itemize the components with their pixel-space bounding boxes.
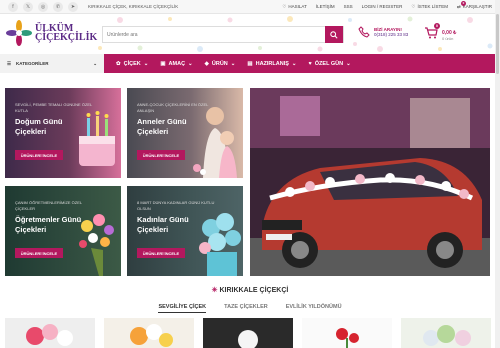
chevron-down-icon: ⌄ [230, 60, 236, 67]
categories-label: KATEGORİLER [16, 61, 49, 66]
product-image [203, 318, 293, 348]
logo-line2: ÇİÇEKÇİLİK [35, 32, 98, 43]
x-icon[interactable]: 𝕏 [23, 1, 33, 12]
top-links: ♡ HASILAT İLETİŞİM SSS LOGIN / REGISTER ♡… [282, 0, 492, 10]
nav-item-amac[interactable]: ▣ AMAÇ ⌄ [160, 61, 192, 67]
chevron-down-icon: ⌄ [346, 60, 351, 67]
flower-logo-icon [6, 20, 32, 46]
compare-count-badge: 0 [460, 0, 466, 6]
search-icon [330, 30, 338, 39]
product-card[interactable] [203, 318, 293, 348]
promo-tile-teachers-day[interactable]: ÇANIM ÖĞRETMENLERİMİZE ÖZEL ÇİÇEKLER Öğr… [5, 186, 121, 276]
product-image [104, 318, 194, 348]
chevron-down-icon: ⌄ [188, 60, 193, 67]
heart-icon: ♡ [282, 3, 287, 9]
social-links: f 𝕏 ◎ ✆ ➤ [8, 1, 78, 12]
cart-amount: 0,00 ₺ [442, 29, 457, 36]
telegram-icon[interactable]: ➤ [68, 1, 78, 12]
product-image [302, 318, 392, 348]
flower-icon: ✿ [116, 60, 121, 67]
tab-evlilik-yildonumu[interactable]: EVLİLİK YILDÖNÜMÜ [286, 304, 342, 313]
site-logo[interactable]: ÜLKÜM ÇİÇEKÇİLİK [6, 20, 97, 46]
chevron-down-icon: ⌄ [93, 60, 97, 66]
tile-tag: SEVGİLİ, PEMBE TEMALI GÜNÜNE ÖZEL KUTLA [15, 102, 93, 113]
cart[interactable]: 0 0,00 ₺ 0 ürün [424, 23, 457, 44]
hero-banner[interactable] [250, 88, 490, 276]
promo-tile-mothers-day[interactable]: ANNE-ÇOCUK ÇİÇEKLERİNİ EN ÖZEL ANLAŞIN A… [127, 88, 243, 178]
tile-button[interactable]: ÜRÜNLERİ İNCELE [15, 150, 63, 160]
product-card[interactable] [104, 318, 194, 348]
nav-item-ozel-gun[interactable]: ♥ ÖZEL GÜN ⌄ [309, 61, 351, 67]
search-button[interactable] [325, 26, 343, 43]
tile-title: Öğretmenler Günü Çiçekleri [15, 215, 82, 234]
heart-icon: ♡ [411, 3, 416, 9]
nav-item-hazirlanis[interactable]: ▤ HAZIRLANIŞ ⌄ [247, 61, 296, 67]
top-link-faq[interactable]: SSS [344, 4, 353, 9]
categories-dropdown[interactable]: ☰ KATEGORİLER ⌄ [0, 54, 104, 73]
tile-tag: ANNE-ÇOCUK ÇİÇEKLERİNİ EN ÖZEL ANLAŞIN [137, 102, 209, 113]
chevron-down-icon: ⌄ [291, 60, 297, 67]
product-card[interactable] [5, 318, 95, 348]
product-card[interactable] [401, 318, 491, 348]
gift-icon: ▣ [160, 60, 166, 67]
top-link-contact[interactable]: İLETİŞİM [316, 4, 335, 9]
promo-tile-womens-day[interactable]: 8 MART DÜNYA KADINLAR GÜNÜ KUTLU OLSUN K… [127, 186, 243, 276]
instagram-icon[interactable]: ◎ [38, 1, 48, 12]
scrollbar[interactable] [495, 0, 500, 348]
tile-button[interactable]: ÜRÜNLERİ İNCELE [137, 150, 185, 160]
main-nav: ☰ KATEGORİLER ⌄ ✿ ÇİÇEK ⌄ ▣ AMAÇ ⌄ ◆ ÜRÜN ⌄ ▤ H… [0, 54, 500, 73]
tile-tag: 8 MART DÜNYA KADINLAR GÜNÜ KUTLU OLSUN [137, 200, 215, 211]
menu-icon: ☰ [7, 60, 12, 66]
nav-item-cicek[interactable]: ✿ ÇİÇEK ⌄ [116, 61, 148, 67]
cart-count-badge: 0 [434, 23, 440, 29]
tile-title: Kadınlar Günü Çiçekleri [137, 215, 189, 234]
product-tabs: SEVGİLİYE ÇİÇEK TAZE ÇİÇEKLER EVLİLİK YI… [0, 304, 500, 313]
product-card[interactable] [302, 318, 392, 348]
tile-title: Doğum Günü Çiçekleri [15, 117, 63, 136]
cart-icon-wrap: 0 [424, 23, 440, 44]
nav-item-urun[interactable]: ◆ ÜRÜN ⌄ [205, 61, 236, 67]
diamond-icon: ◆ [204, 60, 209, 67]
top-link-login[interactable]: LOGIN / REGISTER [362, 4, 403, 9]
tile-button[interactable]: ÜRÜNLERİ İNCELE [15, 248, 63, 258]
phone-contact[interactable]: BİZİ ARAYIN! 0(318) 225 33 83 [358, 26, 408, 38]
whatsapp-icon[interactable]: ✆ [53, 1, 63, 12]
tab-sevgiliye-cicek[interactable]: SEVGİLİYE ÇİÇEK [158, 304, 207, 313]
tab-taze-cicekler[interactable]: TAZE ÇİÇEKLER [224, 304, 268, 313]
product-image [401, 318, 491, 348]
chevron-down-icon: ⌄ [143, 60, 149, 67]
heart-icon: ♥ [308, 60, 312, 67]
search-input[interactable] [103, 31, 325, 38]
header: ÜLKÜM ÇİÇEKÇİLİK BİZİ ARAYIN! 0(318) 225… [0, 14, 500, 54]
wedding-car-image [250, 88, 490, 276]
cart-subtext: 0 ürün [442, 35, 454, 41]
box-icon: ▤ [247, 60, 253, 67]
facebook-icon[interactable]: f [8, 1, 18, 12]
phone-icon [358, 26, 370, 38]
phone-number: 0(318) 225 33 83 [374, 32, 409, 37]
promo-tile-birthday[interactable]: SEVGİLİ, PEMBE TEMALI GÜNÜNE ÖZEL KUTLA … [5, 88, 121, 178]
top-link-compare[interactable]: ⇄ 0 KARŞILAŞTIR [456, 0, 492, 10]
scrollbar-thumb[interactable] [496, 14, 499, 74]
top-bar: f 𝕏 ◎ ✆ ➤ KIRIKKALE ÇİÇEK, KIRIKKALE ÇİÇ… [0, 0, 500, 14]
top-link-hasilat[interactable]: ♡ HASILAT [282, 4, 306, 10]
search-bar [102, 26, 344, 43]
top-link-wishlist[interactable]: ♡ İSTEK LİSTEM [411, 4, 448, 10]
product-image [5, 318, 95, 348]
sparkle-icon: ✳ [211, 287, 218, 294]
tile-tag: ÇANIM ÖĞRETMENLERİMİZE ÖZEL ÇİÇEKLER [15, 200, 82, 211]
tile-button[interactable]: ÜRÜNLERİ İNCELE [137, 248, 185, 258]
tile-title: Anneler Günü Çiçekleri [137, 117, 187, 136]
section-title: ✳ KIRIKKALE ÇİÇEKÇİ [211, 287, 289, 294]
compare-icon: ⇄ 0 [456, 0, 466, 9]
top-tagline: KIRIKKALE ÇİÇEK, KIRIKKALE ÇİÇEKÇİLİK [88, 4, 179, 9]
